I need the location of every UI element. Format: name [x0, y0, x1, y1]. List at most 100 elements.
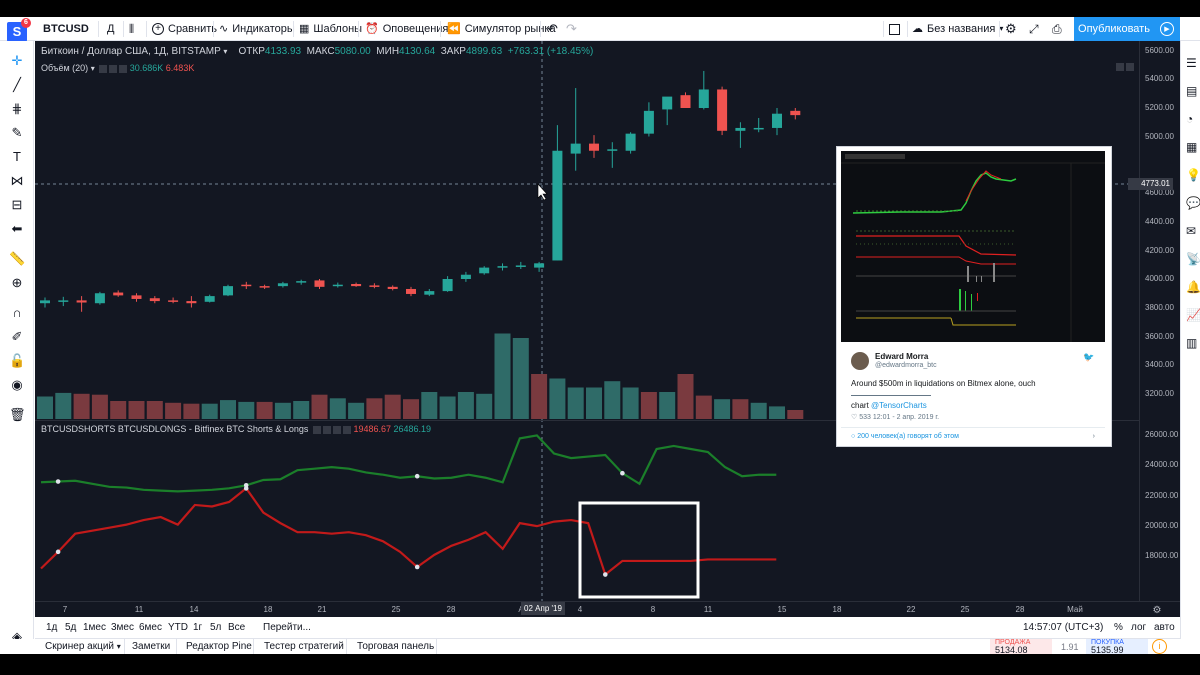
clock[interactable]: 14:57:07 (UTC+3) [1023, 622, 1103, 633]
more-icon[interactable] [342, 425, 351, 434]
avatar[interactable] [851, 352, 869, 370]
indicators-button[interactable]: ∿ Индикаторы [219, 17, 295, 41]
interval-button[interactable]: Д [107, 17, 114, 41]
minimize-icon[interactable] [1116, 63, 1124, 72]
tab-pine-editor[interactable]: Редактор Pine [186, 641, 252, 652]
candle-body [387, 286, 398, 289]
maximize-icon[interactable] [1126, 63, 1134, 72]
alerts-button[interactable]: ⏰ Оповещения [365, 17, 448, 41]
range-3m[interactable]: 3мес [111, 622, 134, 633]
trash-icon[interactable]: 🗑 [9, 407, 26, 423]
publish-button[interactable]: Опубликовать [1074, 17, 1154, 41]
redo-icon[interactable]: ↷ [566, 17, 577, 41]
open-label: ОТКР [238, 46, 265, 57]
brush-icon[interactable]: ✎ [9, 125, 25, 141]
range-1m[interactable]: 1мес [83, 622, 106, 633]
gear-icon[interactable] [109, 64, 118, 73]
auto-toggle[interactable]: авто [1154, 622, 1175, 633]
range-ytd[interactable]: YTD [168, 622, 188, 633]
log-toggle[interactable]: лог [1131, 622, 1146, 633]
eye-icon[interactable] [99, 64, 108, 73]
lock-icon[interactable]: 🔓 [9, 353, 25, 369]
range-6m[interactable]: 6мес [139, 622, 162, 633]
notifications-icon[interactable]: 🔔 [1186, 279, 1200, 295]
range-1y[interactable]: 1г [193, 622, 202, 633]
arrow-left-icon[interactable]: ⬅ [9, 221, 25, 237]
eye-icon[interactable]: ◉ [9, 377, 25, 393]
candle-body [223, 286, 233, 296]
hotlist-icon[interactable]: 📈 [1186, 307, 1200, 323]
time-axis[interactable]: 7 11 14 18 21 25 28 A 4 8 11 15 18 22 25… [35, 601, 1180, 617]
crosshair-icon[interactable]: ✛ [9, 53, 25, 69]
buy-button[interactable]: ПОКУПКА 5135.99 [1086, 639, 1148, 654]
main-legend: Биткоин / Доллар США, 1Д, BITSTAMP ▾ ОТК… [41, 46, 593, 57]
data-window-icon[interactable]: ▦ [1186, 139, 1200, 155]
camera-icon[interactable]: ⎙ [1052, 17, 1062, 41]
heart-icon[interactable]: ♡ [851, 414, 859, 421]
calendar-icon[interactable]: ▤ [1186, 83, 1200, 99]
fullscreen-box-icon[interactable] [889, 17, 900, 41]
calc-icon[interactable]: ▥ [1186, 335, 1200, 351]
ruler-icon[interactable]: 📏 [9, 251, 25, 267]
stay-drawing-icon[interactable]: ✐ [9, 329, 25, 345]
messages-icon[interactable]: ✉ [1186, 223, 1200, 239]
close-icon[interactable] [119, 64, 128, 73]
zoom-icon[interactable]: ⊕ [9, 275, 25, 291]
tab-screener-label: Скринер акций [45, 641, 115, 652]
watchlist-icon[interactable]: ☰ [1186, 55, 1200, 71]
tweet-author-handle[interactable]: @edwardmorra_btc [875, 362, 937, 369]
close-icon[interactable] [332, 425, 341, 434]
percent-toggle[interactable]: % [1114, 622, 1123, 633]
volume-bar [659, 392, 676, 419]
symbol-title[interactable]: Биткоин / Доллар США, 1Д, BITSTAMP [41, 46, 221, 57]
ideas-icon[interactable]: 💡 [1186, 167, 1200, 183]
candles-style-icon[interactable]: ⫴ [129, 17, 134, 41]
tweet-card[interactable]: Edward Morra @edwardmorra_btc 🐦 Around $… [836, 146, 1112, 447]
templates-button[interactable]: ▦ Шаблоны [299, 17, 362, 41]
undo-icon[interactable]: ↶ [547, 17, 558, 41]
range-1d[interactable]: 1д [46, 622, 57, 633]
trendline-icon[interactable]: ╱ [9, 77, 25, 93]
tweet-conversation[interactable]: ○ 200 человек(а) говорят об этом › [841, 427, 1105, 444]
tab-screener[interactable]: Скринер акций ▾ [45, 641, 121, 652]
range-5y[interactable]: 5л [210, 622, 221, 633]
price-tick: 5400.00 [1145, 74, 1174, 83]
tab-trading-panel[interactable]: Торговая панель [357, 641, 434, 652]
tweet-author-name[interactable]: Edward Morra [875, 352, 928, 361]
tab-notes[interactable]: Заметки [132, 641, 170, 652]
eye-icon[interactable] [312, 425, 321, 434]
pattern-icon[interactable]: ⋈ [9, 173, 25, 189]
expand-icon[interactable]: ⤢ [1029, 17, 1039, 41]
twitter-bird-icon[interactable]: 🐦 [1083, 352, 1094, 363]
price-tick: 4000.00 [1145, 274, 1174, 283]
volume-label[interactable]: Объём (20) [41, 63, 88, 73]
chat-icon[interactable]: 💬 [1186, 195, 1200, 211]
gear-icon[interactable] [322, 425, 331, 434]
fib-icon[interactable]: ⋕ [9, 101, 25, 117]
range-bar: 1д 5д 1мес 3мес 6мес YTD 1г 5л Все Перей… [35, 617, 1180, 639]
layout-menu[interactable]: ☁ Без названия ▾ [912, 17, 1003, 41]
goto-date[interactable]: Перейти... [263, 622, 311, 633]
play-button[interactable]: ▶ [1154, 17, 1180, 41]
range-5d[interactable]: 5д [65, 622, 76, 633]
right-toolbar: ☰ ▤ ◔ ▦ 💡 💬 ✉ 📡 🔔 📈 ▥ ? [1180, 41, 1200, 654]
price-axis[interactable]: 5600.00 5400.00 5200.00 5000.00 4600.00 … [1139, 41, 1180, 601]
prediction-icon[interactable]: ⊟ [9, 197, 25, 213]
text-tool-icon[interactable]: T [9, 149, 25, 165]
sell-button[interactable]: ПРОДАЖА 5134.08 [990, 639, 1052, 654]
info-icon[interactable]: i [1152, 639, 1167, 654]
candle-body [168, 300, 179, 302]
magnet-icon[interactable]: ∩ [9, 305, 25, 321]
axis-gear-icon[interactable]: ⚙ [1153, 605, 1162, 616]
gear-icon[interactable]: ⚙ [1005, 17, 1017, 41]
app-logo[interactable]: S6 [7, 18, 31, 42]
candle-body [625, 133, 636, 151]
streams-icon[interactable]: 📡 [1186, 251, 1200, 267]
symbol-search[interactable]: BTCUSD [43, 17, 89, 41]
tab-strategy-tester[interactable]: Тестер стратегий [264, 641, 344, 652]
indicator-title[interactable]: BTCUSDSHORTS BTCUSDLONGS - Bitfinex BTC … [41, 424, 308, 434]
range-all[interactable]: Все [228, 622, 245, 633]
tweet-mention-link[interactable]: @TensorCharts [871, 401, 927, 410]
compare-button[interactable]: + Сравнить [152, 17, 217, 41]
alerts-clock-icon[interactable]: ◔ [1186, 111, 1200, 127]
